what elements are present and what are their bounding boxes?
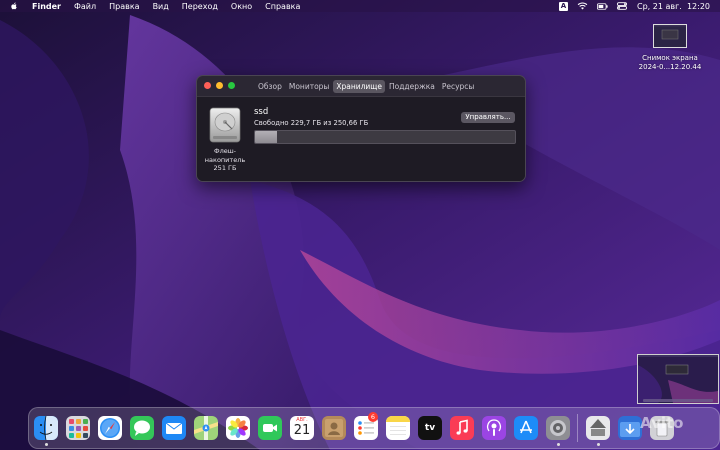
- volume-free-space: Свободно 229,7 ГБ из 250,66 ГБ: [254, 119, 369, 127]
- dock-app-store-icon[interactable]: [514, 416, 538, 440]
- disk-caption: Флеш- накопитель 251 ГБ: [203, 147, 247, 173]
- dock-safari-icon[interactable]: [98, 416, 122, 440]
- screen-sharing-running-indicator: [597, 443, 600, 446]
- menu-bar: Finder Файл Правка Вид Переход Окно Спра…: [0, 0, 720, 12]
- tv-label: tv: [424, 423, 436, 433]
- menu-file[interactable]: Файл: [74, 2, 96, 11]
- dock-maps-icon[interactable]: [194, 416, 218, 440]
- input-source-icon[interactable]: A: [559, 1, 569, 11]
- menu-help[interactable]: Справка: [265, 2, 300, 11]
- desktop-wallpaper: [0, 0, 720, 450]
- desktop-file-label-line2: 2024-0...12.20.44: [638, 63, 702, 71]
- dock-finder-icon[interactable]: [34, 416, 58, 440]
- disk-caption-line2: накопитель: [204, 155, 246, 164]
- menubar-clock[interactable]: Ср, 21 авг. 12:20: [637, 2, 710, 11]
- battery-icon[interactable]: [597, 2, 608, 11]
- control-center-icon[interactable]: [617, 2, 628, 11]
- dock-photos-icon[interactable]: [226, 416, 250, 440]
- dock-launchpad-icon[interactable]: [66, 416, 90, 440]
- manage-storage-button[interactable]: Управлять...: [461, 112, 515, 123]
- avito-watermark: Avito: [640, 414, 684, 432]
- menu-app-name[interactable]: Finder: [32, 2, 61, 11]
- screenshot-thumbnail-icon: [653, 24, 687, 48]
- dock-calendar-icon[interactable]: АВГ. 21: [290, 416, 314, 440]
- dock: АВГ. 21 6 tv: [28, 407, 720, 449]
- dock-messages-icon[interactable]: [130, 416, 154, 440]
- dock-downloads-icon[interactable]: [618, 416, 642, 440]
- wifi-icon[interactable]: [577, 2, 588, 11]
- menu-edit[interactable]: Правка: [109, 2, 139, 11]
- dock-separator: [577, 414, 578, 442]
- hard-drive-icon: [209, 107, 241, 143]
- menu-go[interactable]: Переход: [182, 2, 218, 11]
- desktop-file-label-line1: Снимок экрана: [642, 54, 698, 62]
- menu-view[interactable]: Вид: [153, 2, 169, 11]
- disk-caption-line1: Флеш-: [213, 147, 237, 155]
- dock-contacts-icon[interactable]: [322, 416, 346, 440]
- dock-screen-sharing-icon[interactable]: [586, 416, 610, 440]
- dock-notes-icon[interactable]: [386, 416, 410, 440]
- desktop-screenshot-file[interactable]: Снимок экрана 2024-0...12.20.44: [626, 24, 714, 72]
- reminders-badge: 6: [368, 412, 378, 422]
- disk-caption-line3: 251 ГБ: [213, 164, 237, 172]
- close-window-button[interactable]: [204, 82, 211, 89]
- system-settings-running-indicator: [557, 443, 560, 446]
- storage-usage-fill: [255, 131, 277, 143]
- window-titlebar[interactable]: Обзор Мониторы Хранилище Поддержка Ресур…: [197, 76, 525, 95]
- tab-support[interactable]: Поддержка: [386, 80, 438, 93]
- finder-running-indicator: [45, 443, 48, 446]
- dock-podcasts-icon[interactable]: [482, 416, 506, 440]
- apple-menu-icon[interactable]: [10, 1, 20, 11]
- dock-mail-icon[interactable]: [162, 416, 186, 440]
- dock-system-settings-icon[interactable]: [546, 416, 570, 440]
- volume-name: ssd: [254, 107, 269, 117]
- tab-overview[interactable]: Обзор: [255, 80, 285, 93]
- tab-displays[interactable]: Мониторы: [286, 80, 332, 93]
- menu-window[interactable]: Окно: [231, 2, 252, 11]
- dock-tv-icon[interactable]: tv: [418, 416, 442, 440]
- window-tabs: Обзор Мониторы Хранилище Поддержка Ресур…: [255, 80, 477, 93]
- minimize-window-button[interactable]: [216, 82, 223, 89]
- tab-resources[interactable]: Ресурсы: [439, 80, 478, 93]
- zoom-window-button[interactable]: [228, 82, 235, 89]
- dock-music-icon[interactable]: [450, 416, 474, 440]
- storage-panel: Флеш- накопитель 251 ГБ ssd Свободно 229…: [197, 96, 525, 181]
- about-this-mac-window: Обзор Мониторы Хранилище Поддержка Ресур…: [196, 75, 526, 182]
- tab-storage[interactable]: Хранилище: [333, 80, 385, 93]
- dock-facetime-icon[interactable]: [258, 416, 282, 440]
- storage-usage-bar: [254, 130, 516, 144]
- calendar-day-label: 21: [293, 423, 311, 438]
- screenshot-preview-thumbnail[interactable]: [637, 354, 719, 404]
